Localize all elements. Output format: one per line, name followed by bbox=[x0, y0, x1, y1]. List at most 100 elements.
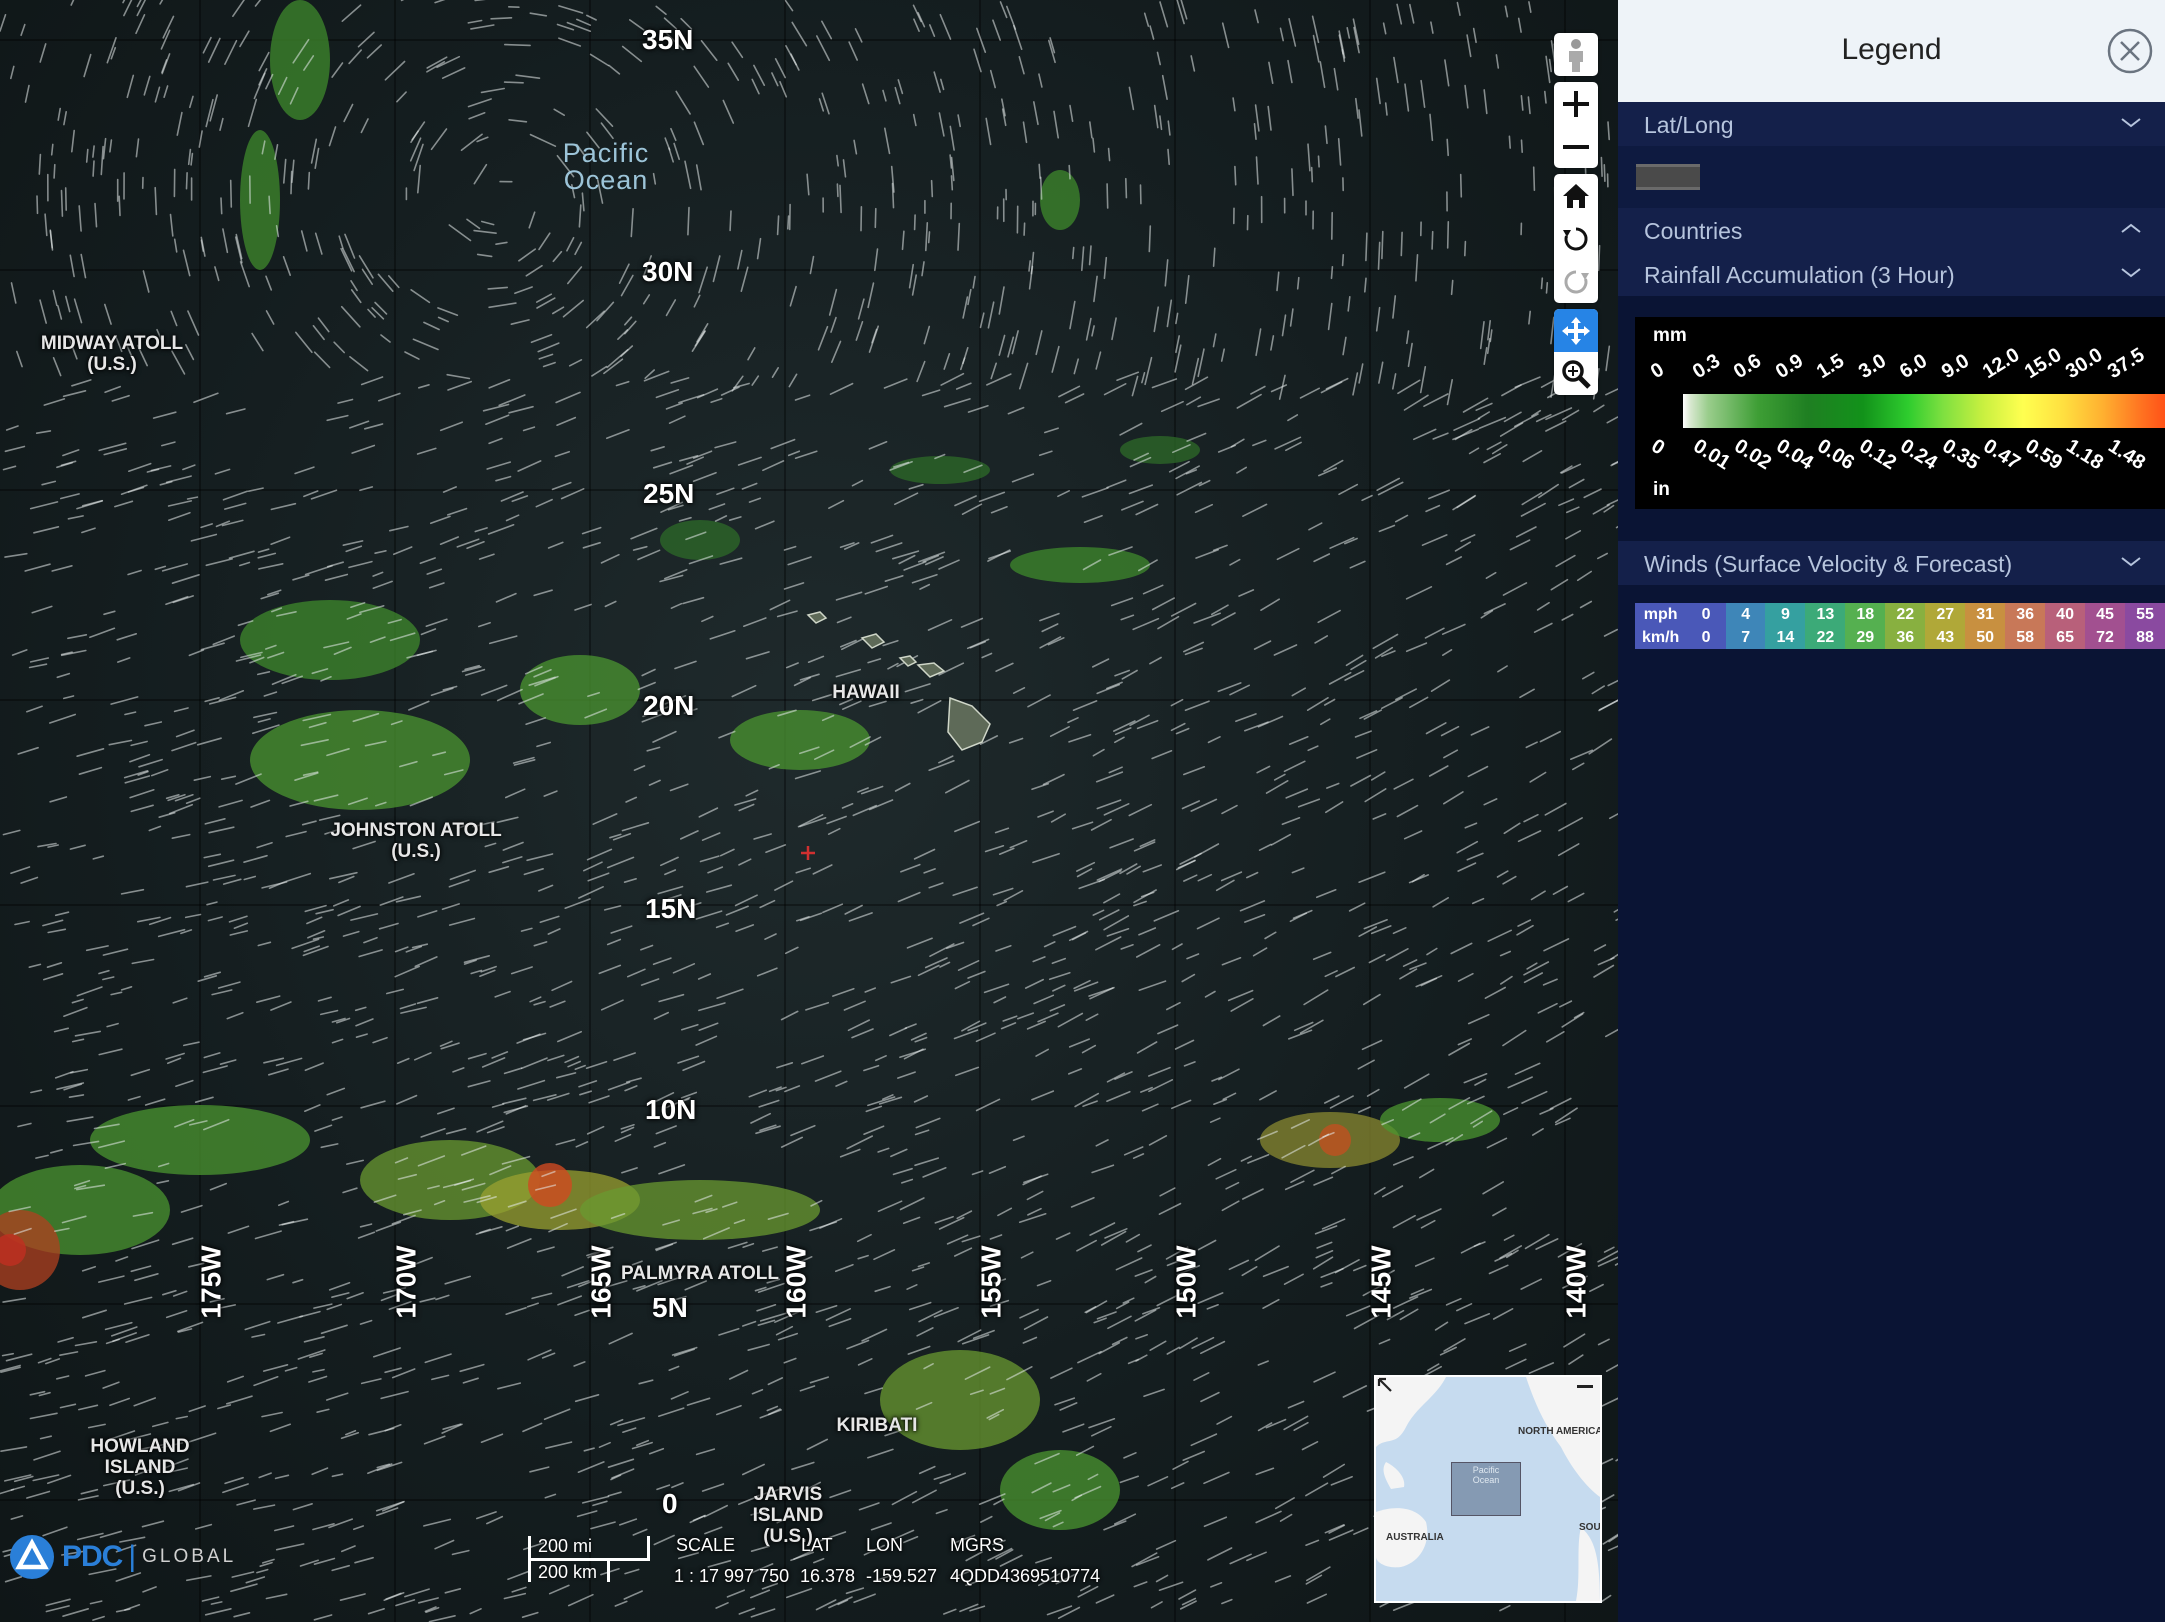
wind-mph-cell: 45 bbox=[2085, 603, 2125, 626]
chevron-down-icon bbox=[2121, 268, 2141, 278]
lat-label-10n: 10N bbox=[645, 1094, 697, 1125]
wind-unit-mph: mph bbox=[1635, 603, 1687, 626]
rainfall-mm-tick: 3.0 bbox=[1854, 349, 1890, 384]
rainfall-mm-tick: 0.9 bbox=[1771, 349, 1807, 384]
zoom-box-icon[interactable] bbox=[1554, 352, 1598, 395]
section-latlong[interactable]: Lat/Long bbox=[1618, 102, 2165, 146]
rainfall-in-tick: 0.24 bbox=[1896, 435, 1942, 475]
close-icon[interactable] bbox=[2106, 27, 2154, 75]
legend-header: Legend bbox=[1618, 0, 2165, 102]
rainfall-in-tick: 0.01 bbox=[1688, 435, 1734, 475]
wind-kmh-cell: 43 bbox=[1925, 626, 1966, 649]
rainfall-mm-tick: 9.0 bbox=[1937, 349, 1973, 384]
lon-readout-value: -159.527 bbox=[866, 1566, 938, 1586]
lat-readout-label: LAT bbox=[801, 1535, 833, 1555]
section-countries[interactable]: Countries bbox=[1618, 208, 2165, 252]
rainfall-in-tick: 0.59 bbox=[2020, 435, 2066, 475]
rotate-right-icon[interactable] bbox=[1554, 260, 1598, 303]
lon-label-140w: 140W bbox=[1560, 1245, 1592, 1319]
minimap-extent[interactable]: Pacific Ocean bbox=[1451, 1462, 1521, 1516]
wind-kmh-cell: 72 bbox=[2085, 626, 2125, 649]
lat-label-35n: 35N bbox=[642, 24, 694, 55]
pdc-logo-icon bbox=[10, 1535, 54, 1579]
cursor-marker bbox=[801, 846, 815, 860]
logo-brand: PDC bbox=[62, 1540, 123, 1573]
ocean-label-line: Ocean bbox=[563, 165, 649, 195]
rainfall-unit-in: in bbox=[1653, 479, 1670, 500]
latlong-line-swatch bbox=[1636, 164, 1700, 190]
wind-mph-cell: 13 bbox=[1805, 603, 1846, 626]
rainfall-mm-tick: 0 bbox=[1646, 358, 1668, 384]
ocean-label-line: Pacific bbox=[562, 138, 650, 168]
scale-value: 1 : 17 997 750 bbox=[674, 1566, 790, 1586]
wind-kmh-cell: 14 bbox=[1765, 626, 1806, 649]
section-rainfall[interactable]: Rainfall Accumulation (3 Hour) bbox=[1618, 252, 2165, 296]
wind-kmh-cell: 36 bbox=[1885, 626, 1926, 649]
lon-label-160w: 160W bbox=[780, 1245, 812, 1319]
place-kiribati: KIRIBATI bbox=[837, 1415, 918, 1436]
expand-icon[interactable] bbox=[1376, 1376, 1398, 1398]
rainfall-in-tick: 0 bbox=[1647, 435, 1669, 460]
place-line: JOHNSTON ATOLL bbox=[330, 820, 502, 841]
rainfall-colorscale: mm in 0 0.3 0.6 0.9 1.5 3.0 6.0 9.0 12.0 15.0 30.0… bbox=[1635, 317, 2165, 509]
rainfall-mm-tick: 6.0 bbox=[1895, 349, 1932, 384]
wind-mph-cell: 9 bbox=[1765, 603, 1806, 626]
section-rainfall-label: Rainfall Accumulation (3 Hour) bbox=[1644, 262, 1955, 288]
rainfall-in-tick: 0.02 bbox=[1730, 435, 1776, 475]
place-line: HAWAII bbox=[832, 682, 900, 703]
place-line: ISLAND bbox=[104, 1457, 176, 1478]
pan-icon[interactable] bbox=[1554, 309, 1598, 352]
pdc-global-logo[interactable]: PDC | GLOBAL bbox=[8, 1534, 236, 1580]
place-line: (U.S.) bbox=[115, 1478, 165, 1499]
wind-mph-cell: 27 bbox=[1925, 603, 1966, 626]
mgrs-readout-value: 4QDD4369510774 bbox=[950, 1566, 1101, 1586]
home-icon[interactable] bbox=[1554, 174, 1598, 217]
navigation-group bbox=[1554, 174, 1598, 303]
place-line: HOWLAND bbox=[90, 1436, 190, 1457]
rainfall-in-tick: 0.04 bbox=[1771, 435, 1817, 475]
rainfall-in-tick: 0.12 bbox=[1854, 435, 1900, 475]
rainfall-in-tick: 0.06 bbox=[1813, 435, 1859, 475]
place-line: KIRIBATI bbox=[836, 1415, 918, 1436]
street-view-icon[interactable] bbox=[1554, 33, 1598, 76]
mgrs-readout-label: MGRS bbox=[950, 1535, 1004, 1555]
zoom-out-icon[interactable] bbox=[1554, 125, 1598, 168]
wind-mph-cell: 4 bbox=[1725, 603, 1766, 626]
wind-mph-cell: 18 bbox=[1845, 603, 1886, 626]
rainfall-mm-tick: 12.0 bbox=[1978, 343, 2024, 384]
minimap-australia: AUSTRALIA bbox=[1386, 1532, 1444, 1543]
lon-readout-label: LON bbox=[866, 1535, 904, 1555]
ocean-label: Pacific Ocean bbox=[563, 140, 650, 194]
place-line: (U.S.) bbox=[391, 841, 441, 862]
wind-mph-cell: 22 bbox=[1885, 603, 1926, 626]
wind-kmh-cell: 7 bbox=[1725, 626, 1766, 649]
place-line: PALMYRA ATOLL bbox=[621, 1263, 779, 1284]
rainfall-mm-tick: 37.5 bbox=[2103, 343, 2148, 384]
lat-label-30n: 30N bbox=[642, 256, 694, 287]
place-midway-atoll: MIDWAY ATOLL (U.S.) bbox=[41, 333, 183, 375]
place-line: JARVIS bbox=[753, 1484, 823, 1505]
map-canvas[interactable]: Pacific Ocean 35N 30N 25N 20N 15N 10N 5N… bbox=[0, 0, 1618, 1622]
rainfall-mm-tick: 0.3 bbox=[1688, 349, 1724, 384]
rotate-left-icon[interactable] bbox=[1554, 217, 1598, 260]
wind-mph-cell: 55 bbox=[2125, 603, 2165, 626]
section-countries-label: Countries bbox=[1644, 218, 1743, 244]
overview-minimap[interactable]: NORTH AMERICA AUSTRALIA SOU Pacific Ocea… bbox=[1374, 1375, 1602, 1603]
wind-mph-cell: 40 bbox=[2045, 603, 2086, 626]
place-line: (U.S.) bbox=[87, 354, 137, 375]
wind-kmh-cell: 22 bbox=[1805, 626, 1846, 649]
lon-label-165w: 165W bbox=[585, 1245, 617, 1319]
lat-readout-value: 16.378 bbox=[800, 1566, 856, 1586]
wind-kmh-cell: 88 bbox=[2125, 626, 2165, 649]
rainfall-gradient-bar bbox=[1683, 394, 2165, 428]
section-winds[interactable]: Winds (Surface Velocity & Forecast) bbox=[1618, 541, 2165, 585]
place-johnston-atoll: JOHNSTON ATOLL (U.S.) bbox=[330, 820, 501, 862]
wind-mph-cell: 36 bbox=[2005, 603, 2046, 626]
logo-global: GLOBAL bbox=[142, 1546, 237, 1567]
zoom-in-icon[interactable] bbox=[1554, 82, 1598, 125]
wind-row-kmh: km/h 0 7 14 22 29 36 43 50 58 65 72 88 bbox=[1635, 626, 2165, 649]
lat-label-5n: 5N bbox=[652, 1292, 688, 1323]
lon-label-145w: 145W bbox=[1365, 1245, 1397, 1319]
collapse-minimap-icon[interactable] bbox=[1574, 1376, 1596, 1398]
rainfall-in-tick: 0.35 bbox=[1937, 435, 1983, 475]
